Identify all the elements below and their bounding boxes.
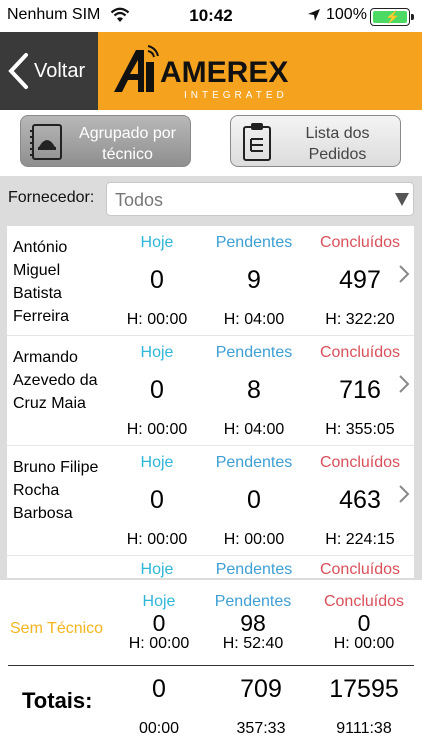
today-header: Hoje bbox=[140, 234, 174, 251]
pending-header: Pendentes bbox=[215, 344, 293, 361]
technician-row[interactable]: Hoje Pendentes Concluídos bbox=[7, 556, 414, 578]
svg-text:INTEGRATED: INTEGRATED bbox=[184, 90, 288, 101]
today-count: 0 bbox=[150, 486, 164, 514]
today-header: Hoje bbox=[140, 454, 174, 471]
svg-text:AMEREX: AMEREX bbox=[160, 56, 288, 89]
done-header: Concluídos bbox=[323, 593, 405, 610]
today-header: Hoje bbox=[140, 561, 174, 578]
pending-hours: H: 00:00 bbox=[223, 531, 285, 548]
technician-name: Bruno Filipe Rocha Barbosa bbox=[13, 459, 99, 522]
orders-label: Lista dos Pedidos bbox=[305, 125, 370, 163]
status-bar: Nenhum SIM 10:42 100% ⚡ bbox=[0, 0, 422, 32]
totals-pending-count: 709 bbox=[240, 675, 282, 703]
grouped-label: Agrupado por técnico bbox=[79, 125, 176, 163]
done-count: 716 bbox=[339, 376, 381, 404]
orders-list-button[interactable]: Lista dos Pedidos bbox=[230, 115, 401, 167]
technician-row[interactable]: António Miguel Batista Ferreira Hoje 0 H: … bbox=[7, 226, 414, 336]
chevron-right-icon bbox=[399, 485, 410, 503]
pending-hours: H: 04:00 bbox=[223, 421, 285, 438]
no-tech-done-count: 0 bbox=[357, 610, 371, 636]
done-header: Concluídos bbox=[319, 344, 401, 361]
pending-header: Pendentes bbox=[215, 454, 293, 471]
clipboard-icon bbox=[243, 123, 271, 161]
dropdown-arrow-icon bbox=[395, 193, 409, 206]
location-arrow-icon bbox=[308, 9, 320, 21]
done-header: Concluídos bbox=[319, 454, 401, 471]
done-count: 497 bbox=[339, 266, 381, 294]
technician-panel: Fornecedor: Todos António Miguel Batista… bbox=[0, 176, 422, 580]
today-hours: H: 00:00 bbox=[126, 421, 188, 438]
divider bbox=[8, 665, 414, 666]
view-toggle-bar: Agrupado por técnico Lista dos Pedidos bbox=[0, 110, 422, 176]
technician-row[interactable]: Bruno Filipe Rocha Barbosa Hoje 0 H: 00:00… bbox=[7, 446, 414, 556]
pending-header: Pendentes bbox=[214, 593, 292, 610]
done-count: 463 bbox=[339, 486, 381, 514]
technician-name: António Miguel Batista Ferreira bbox=[13, 239, 70, 325]
back-button[interactable]: Voltar bbox=[0, 32, 98, 110]
chevron-right-icon bbox=[399, 375, 410, 393]
no-tech-pending-count: 98 bbox=[240, 610, 266, 636]
pending-hours: H: 04:00 bbox=[223, 311, 285, 328]
battery-percent: 100% bbox=[326, 6, 367, 23]
today-hours: H: 00:00 bbox=[126, 311, 188, 328]
pending-header: Pendentes bbox=[215, 561, 293, 578]
battery-icon: ⚡ bbox=[370, 8, 414, 26]
pending-count: 9 bbox=[247, 266, 261, 294]
technician-book-icon bbox=[30, 124, 62, 160]
totals-today-hours: 00:00 bbox=[138, 720, 180, 737]
pending-count: 0 bbox=[247, 486, 261, 514]
today-count: 0 bbox=[150, 266, 164, 294]
done-hours: H: 322:20 bbox=[325, 311, 395, 328]
technician-list[interactable]: António Miguel Batista Ferreira Hoje 0 H: … bbox=[7, 226, 414, 578]
today-header: Hoje bbox=[140, 344, 174, 361]
pending-count: 8 bbox=[247, 376, 261, 404]
done-header: Concluídos bbox=[319, 234, 401, 251]
pending-header: Pendentes bbox=[215, 234, 293, 251]
chevron-right-icon bbox=[399, 265, 410, 283]
supplier-label: Fornecedor: bbox=[8, 189, 95, 206]
today-count: 0 bbox=[150, 376, 164, 404]
no-technician-label: Sem Técnico bbox=[10, 620, 104, 637]
totals-label: Totais: bbox=[22, 688, 93, 713]
app-header: Voltar AMEREX INTEGRATED bbox=[0, 32, 422, 110]
chevron-left-icon bbox=[8, 53, 28, 89]
totals-today-count: 0 bbox=[152, 675, 166, 703]
back-label: Voltar bbox=[34, 60, 86, 82]
technician-name: Armando Azevedo da Cruz Maia bbox=[13, 349, 98, 412]
no-tech-done-hours: H: 00:00 bbox=[333, 635, 395, 652]
totals-done-hours: 9111:38 bbox=[336, 720, 392, 737]
done-header: Concluídos bbox=[319, 561, 401, 578]
done-hours: H: 355:05 bbox=[325, 421, 395, 438]
grouped-by-technician-button[interactable]: Agrupado por técnico bbox=[20, 115, 191, 167]
no-tech-pending-hours: H: 52:40 bbox=[222, 635, 284, 652]
amerex-logo: AMEREX INTEGRATED bbox=[112, 42, 302, 104]
totals-pending-hours: 357:33 bbox=[236, 720, 286, 737]
technician-row[interactable]: Armando Azevedo da Cruz Maia Hoje 0 H: 00:… bbox=[7, 336, 414, 446]
today-hours: H: 00:00 bbox=[126, 531, 188, 548]
supplier-select[interactable]: Todos bbox=[106, 182, 414, 216]
supplier-selected: Todos bbox=[115, 190, 164, 210]
summary-panel: Sem Técnico Hoje 0 H: 00:00 Pendentes 98… bbox=[0, 580, 422, 750]
totals-done-count: 17595 bbox=[329, 675, 399, 703]
done-hours: H: 224:15 bbox=[325, 531, 395, 548]
